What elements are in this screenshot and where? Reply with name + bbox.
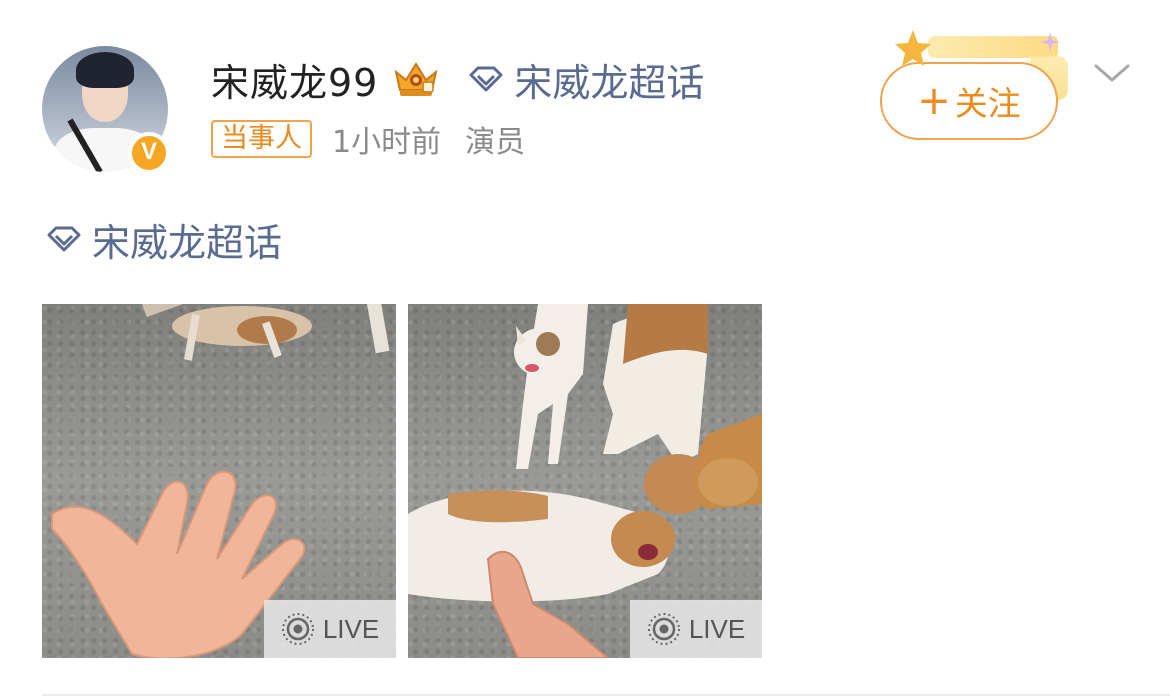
sparkle-icon (1040, 32, 1060, 52)
divider (42, 694, 1170, 696)
super-topic-label: 宋威龙超话 (514, 60, 705, 105)
post-image-1[interactable]: LIVE (42, 304, 396, 658)
name-row: 宋威龙99 宋威龙超话 (211, 52, 704, 107)
user-role: 演员 (465, 125, 526, 160)
username[interactable]: 宋威龙99 (211, 52, 378, 107)
follow-button[interactable]: + 关注 (880, 62, 1058, 140)
post-image-2[interactable]: LIVE (408, 304, 762, 658)
live-photo-badge[interactable]: LIVE (630, 600, 762, 658)
live-photo-icon (647, 613, 680, 645)
participant-tag: 当事人 (211, 120, 312, 158)
meta-row: 当事人 1小时前 演员 (211, 118, 525, 160)
live-label: LIVE (688, 613, 746, 644)
weibo-post: V 宋威龙99 宋威龙超话 当事人 1小时前 演员 + 关注 宋威龙超话 LIV… (0, 0, 1170, 699)
live-photo-badge[interactable]: LIVE (264, 600, 396, 658)
live-label: LIVE (322, 613, 380, 644)
topic-link[interactable]: 宋威龙超话 (46, 214, 283, 265)
topic-label: 宋威龙超话 (92, 220, 283, 265)
chevron-down-icon[interactable] (1092, 60, 1132, 86)
follow-decoration (928, 36, 1058, 58)
super-topic-diamond-icon (469, 66, 503, 92)
plus-icon: + (917, 78, 951, 124)
verified-badge-icon: V (128, 132, 170, 174)
super-topic-diamond-icon (47, 226, 81, 252)
post-time: 1小时前 (332, 125, 442, 160)
crown-level-icon[interactable] (390, 58, 442, 100)
star-icon (895, 30, 931, 66)
follow-label: 关注 (954, 84, 1021, 123)
super-topic-link[interactable]: 宋威龙超话 (468, 52, 704, 107)
live-photo-icon (281, 613, 314, 645)
